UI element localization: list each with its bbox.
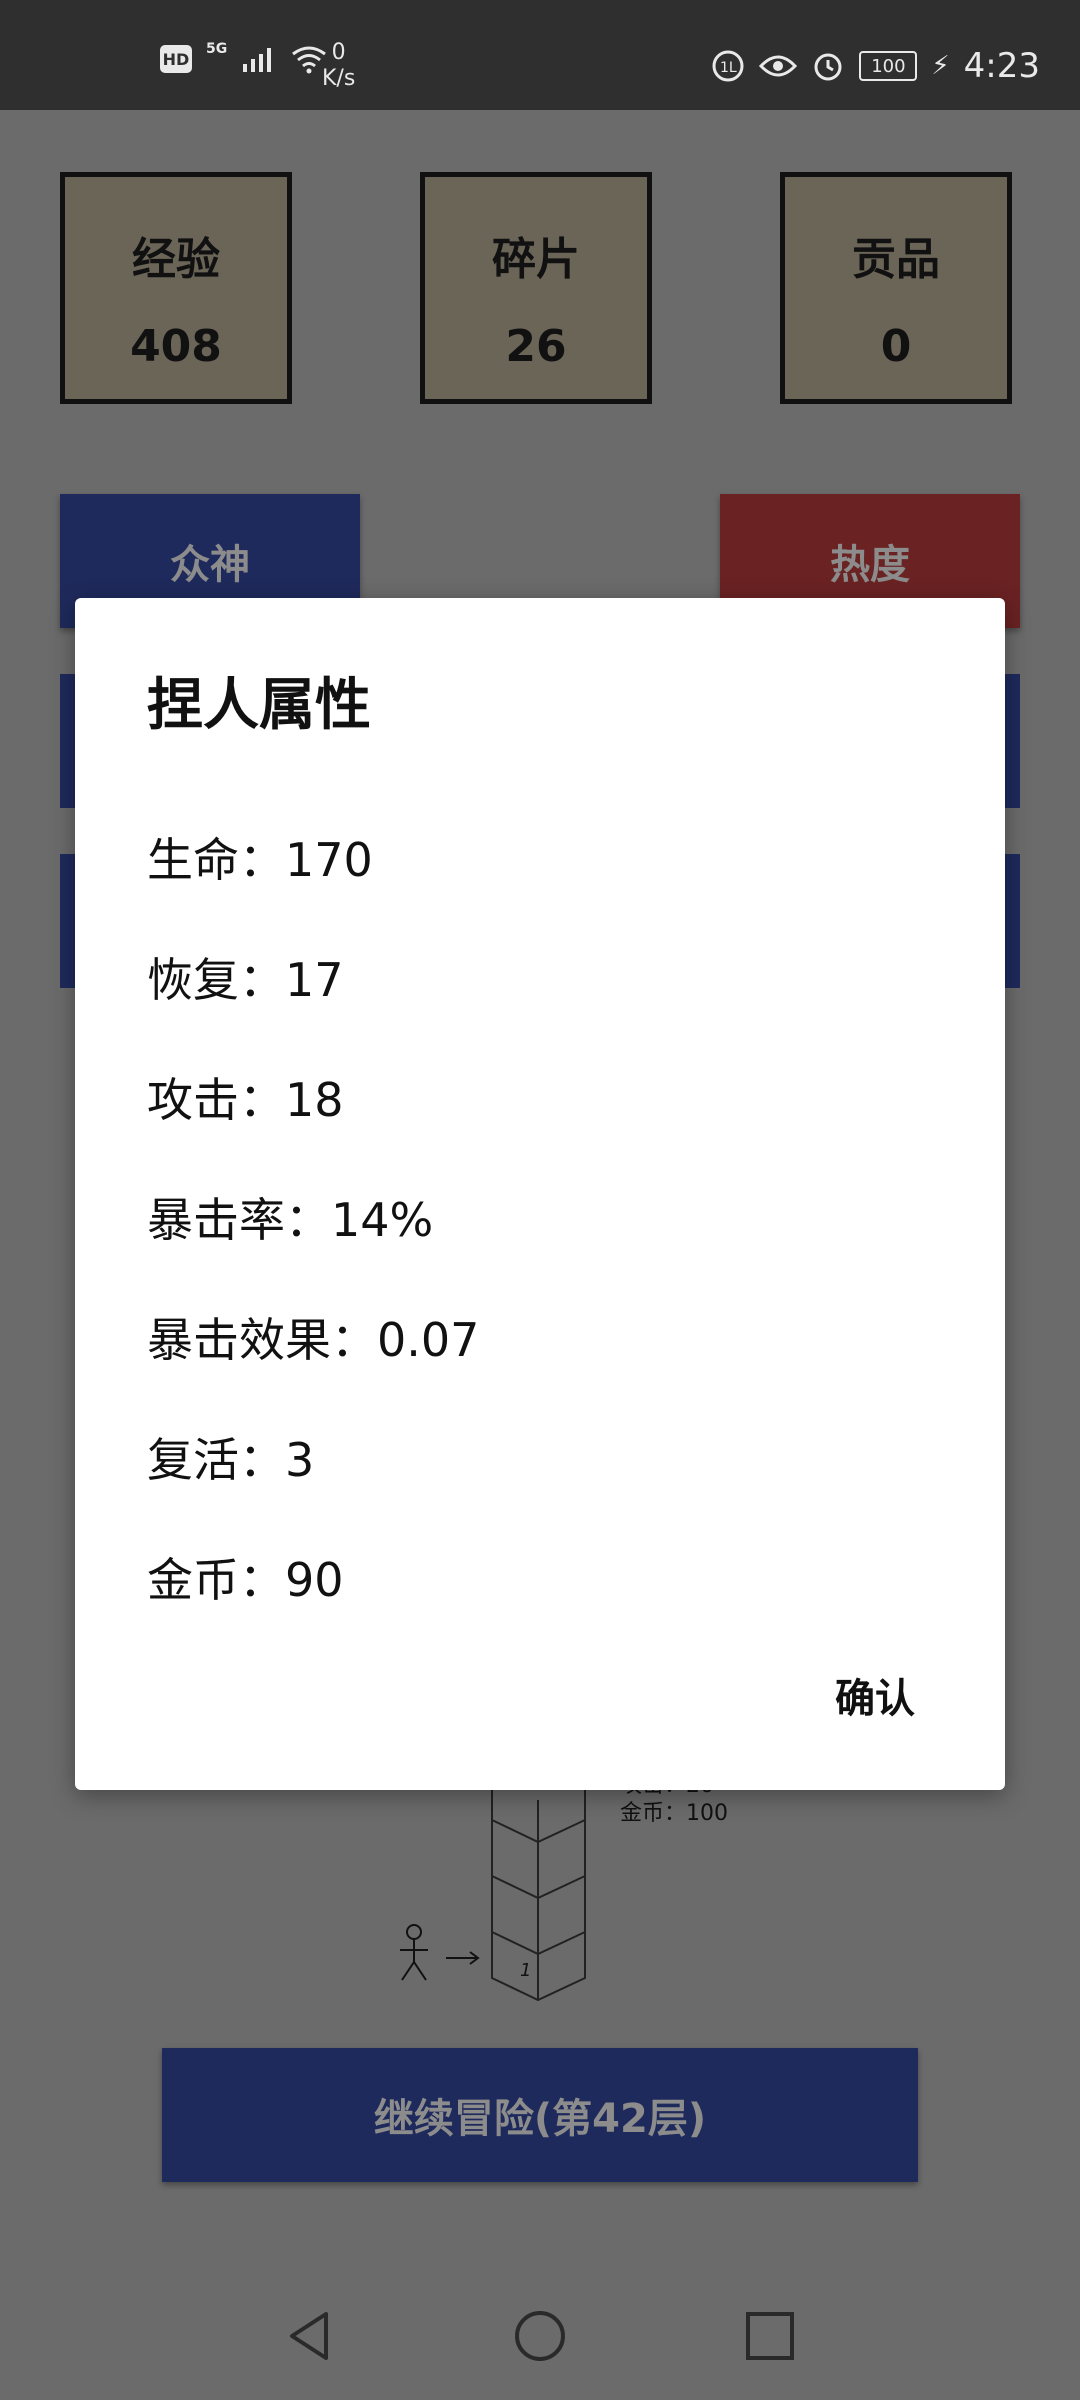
signal-icon: [243, 48, 272, 72]
navigation-bar: [0, 2260, 1080, 2400]
recents-square-icon[interactable]: [742, 2308, 798, 2364]
stat-label: 碎片: [492, 234, 580, 285]
attr-hp: 生命：170: [147, 833, 373, 887]
arrow-right-icon: [446, 1951, 480, 1965]
status-right: 1L 100 ⚡ 4:23: [711, 46, 1040, 86]
attr-crit-effect: 暴击效果：0.07: [147, 1313, 480, 1367]
stat-experience: 经验 408: [60, 172, 292, 404]
data-saver-icon: 1L: [712, 50, 744, 82]
svg-text:1L: 1L: [720, 60, 737, 76]
alarm-icon: [814, 53, 842, 81]
hd-badge: HD: [160, 45, 192, 73]
network-type: 5G: [206, 41, 228, 57]
attr-attack: 攻击：18: [147, 1073, 344, 1127]
speed-value: 0: [331, 40, 346, 65]
stat-value: 26: [505, 321, 567, 372]
status-bar: HD 5G 0 K/s 1L 100 ⚡ 4:23: [0, 0, 1080, 110]
charging-icon: ⚡: [931, 51, 950, 81]
stat-value: 408: [130, 321, 222, 372]
status-left: HD 5G: [160, 41, 329, 74]
attributes-dialog: 捏人属性 生命：170 恢复：17 攻击：18 暴击率：14% 暴击效果：0.0…: [75, 598, 1005, 1790]
continue-adventure-button[interactable]: 继续冒险(第42层): [162, 2048, 918, 2182]
stick-figure-icon: [400, 1924, 428, 1981]
dialog-title: 捏人属性: [147, 673, 371, 738]
battery-indicator: 100: [859, 51, 918, 81]
stat-tribute: 贡品 0: [780, 172, 1012, 404]
stat-label: 贡品: [852, 234, 940, 285]
speed-unit: K/s: [322, 66, 356, 91]
attr-revive: 复活：3: [147, 1433, 315, 1487]
eye-icon: [759, 55, 798, 77]
stat-value: 0: [880, 321, 912, 372]
confirm-button[interactable]: 确认: [835, 1666, 915, 1724]
clock: 4:23: [963, 46, 1040, 86]
attr-gold: 金币：90: [147, 1553, 344, 1607]
tower-floor-label: 1: [520, 1960, 532, 1981]
back-triangle-icon[interactable]: [282, 2308, 338, 2364]
attr-regen: 恢复：17: [147, 953, 344, 1007]
network-speed: 0 K/s: [322, 40, 355, 92]
stat-fragments: 碎片 26: [420, 172, 652, 404]
home-circle-icon[interactable]: [512, 2308, 568, 2364]
stat-label: 经验: [132, 234, 220, 285]
tower-gold: 金币：100: [620, 1801, 728, 1826]
attr-crit-rate: 暴击率：14%: [147, 1193, 434, 1247]
